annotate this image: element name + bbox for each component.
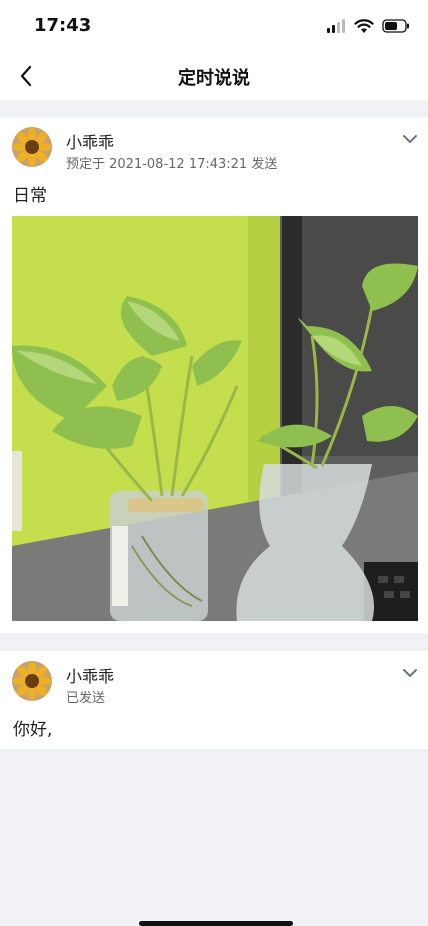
expand-menu-button[interactable] (398, 127, 422, 151)
home-indicator[interactable] (139, 921, 293, 926)
status-time: 17:43 (34, 15, 92, 36)
avatar[interactable] (12, 661, 52, 701)
post-text: 日常 (13, 186, 47, 206)
scheduled-time: 预定于 2021-08-12 17:43:21 发送 (66, 157, 278, 172)
username: 小乖乖 (66, 667, 115, 686)
wifi-icon (354, 18, 374, 33)
nav-bar: 定时说说 (0, 52, 428, 100)
avatar[interactable] (12, 127, 52, 167)
expand-menu-button[interactable] (398, 661, 422, 685)
username: 小乖乖 (66, 133, 115, 152)
page-title: 定时说说 (178, 68, 250, 89)
chevron-down-icon (403, 669, 417, 677)
battery-icon (382, 19, 409, 33)
post-card: 小乖乖 已发送 你好, (0, 651, 428, 749)
post-status: 已发送 (66, 691, 106, 706)
post-text: 你好, (13, 720, 53, 740)
status-icons (326, 18, 410, 34)
chevron-down-icon (403, 135, 417, 143)
status-bar: 17:43 (0, 0, 428, 52)
post-photo[interactable] (12, 216, 418, 621)
signal-icon (327, 19, 345, 33)
post-card: 小乖乖 预定于 2021-08-12 17:43:21 发送 日常 (0, 117, 428, 633)
